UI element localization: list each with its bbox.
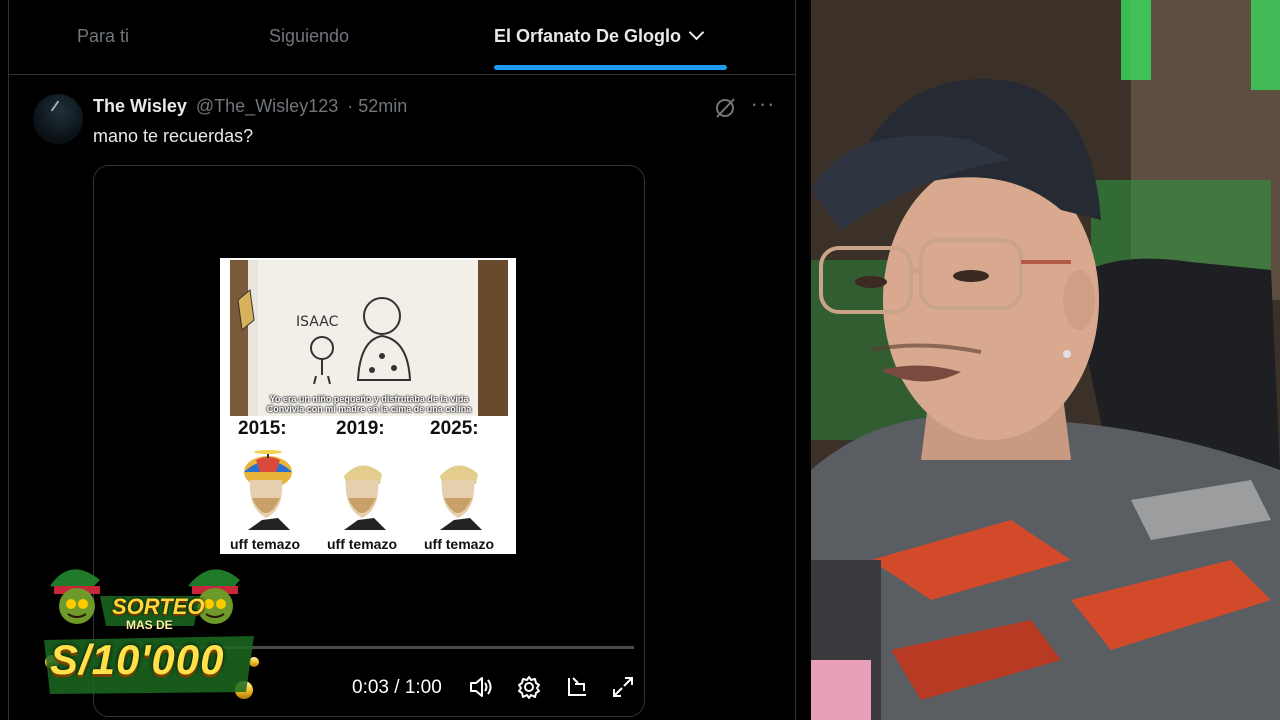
tab-label: El Orfanato De Gloglo (494, 26, 682, 46)
chad-face-propeller-hat (244, 450, 292, 530)
meme-caption-line2: Convivía con mi madre en la cima de una … (266, 404, 472, 414)
volume-icon[interactable] (468, 674, 494, 700)
streamer-video (811, 0, 1280, 720)
chad-face-2019 (344, 465, 386, 530)
tab-para-ti[interactable]: Para ti (77, 26, 129, 47)
chevron-down-icon[interactable] (688, 24, 705, 41)
meme-caption-2019: uff temazo (327, 536, 397, 552)
avatar[interactable] (33, 94, 83, 144)
post-header: The Wisley @The_Wisley123 · 52min (93, 96, 407, 117)
webcam-feed (811, 0, 1280, 720)
meme-caption-line1: Yo era un niño pequeño y disfrutaba de l… (269, 394, 469, 404)
year-2015: 2015: (238, 418, 287, 439)
tab-el-orfanato-de-gloglo[interactable]: El Orfanato De Gloglo (494, 24, 705, 47)
meme-caption-2025: uff temazo (424, 536, 494, 552)
chad-face-2025 (440, 465, 482, 530)
meme-caption-2015: uff temazo (230, 536, 300, 552)
giveaway-amount: S/10'000 (50, 636, 225, 683)
separator: · (347, 96, 354, 116)
giveaway-badge: SORTEO MAS DE S/10'000 (40, 562, 262, 702)
year-2019: 2019: (336, 418, 385, 439)
comic-panel: ISAAC Yo era un niño pequeño y disfrutab… (230, 260, 508, 416)
handle[interactable]: @The_Wisley123 (196, 96, 338, 116)
fullscreen-icon[interactable] (610, 674, 636, 700)
timeline-tabs: Para ti Siguiendo El Orfanato De Gloglo (9, 0, 795, 75)
year-2025: 2025: (430, 418, 479, 439)
active-tab-indicator (494, 65, 727, 70)
grok-icon[interactable] (713, 96, 737, 120)
post-time[interactable]: 52min (358, 96, 407, 116)
display-name[interactable]: The Wisley (93, 96, 187, 116)
meme-image: ISAAC Yo era un niño pequeño y disfrutab… (220, 258, 516, 554)
giveaway-line1: SORTEO (112, 594, 205, 619)
giveaway-line2: MAS DE (126, 618, 173, 632)
pip-icon[interactable] (564, 674, 590, 700)
post-text: mano te recuerdas? (93, 126, 254, 146)
more-icon[interactable]: ··· (749, 93, 777, 122)
settings-icon[interactable] (516, 674, 542, 700)
video-time: 0:03 / 1:00 (352, 677, 442, 698)
tab-siguiendo[interactable]: Siguiendo (269, 26, 349, 47)
drawing-label: ISAAC (296, 314, 339, 330)
